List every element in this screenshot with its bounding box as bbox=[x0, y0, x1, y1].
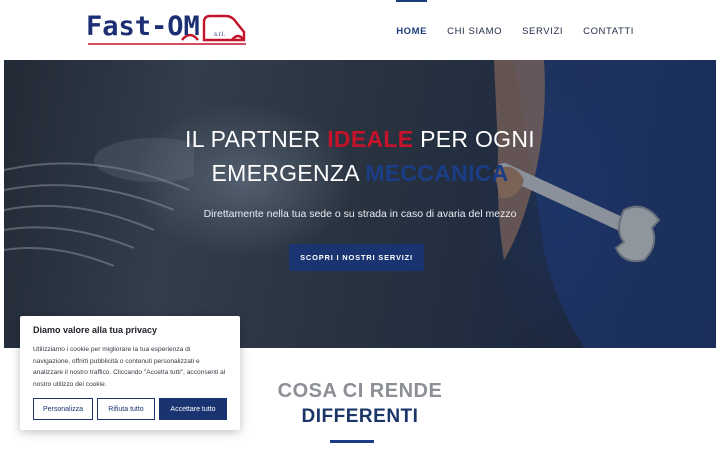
cookie-reject-button[interactable]: Rifiuta tutto bbox=[97, 398, 155, 420]
cookie-accept-button[interactable]: Accettare tutto bbox=[159, 398, 227, 420]
hero-title-part3: EMERGENZA bbox=[211, 160, 366, 186]
cookie-banner: Diamo valore alla tua privacy Utilizziam… bbox=[20, 316, 240, 430]
main-nav: HOME CHI SIAMO SERVIZI CONTATTI bbox=[396, 0, 634, 60]
logo-text: Fast-OM bbox=[86, 11, 200, 42]
logo-suffix: s.r.l. bbox=[214, 32, 226, 38]
hero-title-highlight-meccanica: MECCANICA bbox=[365, 160, 509, 186]
page: Fast-OM s.r.l. HOME CHI SIAMO SERVIZI CO… bbox=[0, 0, 720, 450]
cookie-buttons: Personalizza Rifiuta tutto Accettare tut… bbox=[33, 398, 227, 420]
logo[interactable]: Fast-OM s.r.l. bbox=[86, 10, 252, 52]
cookie-text: Utilizziamo i cookie per migliorare la t… bbox=[33, 346, 226, 388]
hero-subtitle: Direttamente nella tua sede o su strada … bbox=[203, 208, 517, 220]
nav-item-contatti[interactable]: CONTATTI bbox=[583, 0, 634, 60]
hero-title-part2: PER OGNI bbox=[413, 126, 535, 152]
nav-item-chi-siamo[interactable]: CHI SIAMO bbox=[447, 0, 502, 60]
hero-title: IL PARTNER IDEALE PER OGNI EMERGENZA MEC… bbox=[4, 122, 716, 190]
cookie-customize-button[interactable]: Personalizza bbox=[33, 398, 93, 420]
hero-banner: IL PARTNER IDEALE PER OGNI EMERGENZA MEC… bbox=[4, 60, 716, 348]
site-header: Fast-OM s.r.l. HOME CHI SIAMO SERVIZI CO… bbox=[0, 0, 720, 60]
nav-item-home[interactable]: HOME bbox=[396, 0, 428, 60]
discover-services-button[interactable]: SCOPRI I NOSTRI SERVIZI bbox=[289, 244, 424, 271]
hero-title-part1: IL PARTNER bbox=[185, 126, 328, 152]
section-divider bbox=[330, 440, 374, 443]
cookie-title: Diamo valore alla tua privacy bbox=[33, 325, 158, 335]
hero-title-highlight-ideale: IDEALE bbox=[327, 126, 414, 152]
hero-overlay bbox=[4, 60, 716, 348]
nav-item-servizi[interactable]: SERVIZI bbox=[522, 0, 563, 60]
